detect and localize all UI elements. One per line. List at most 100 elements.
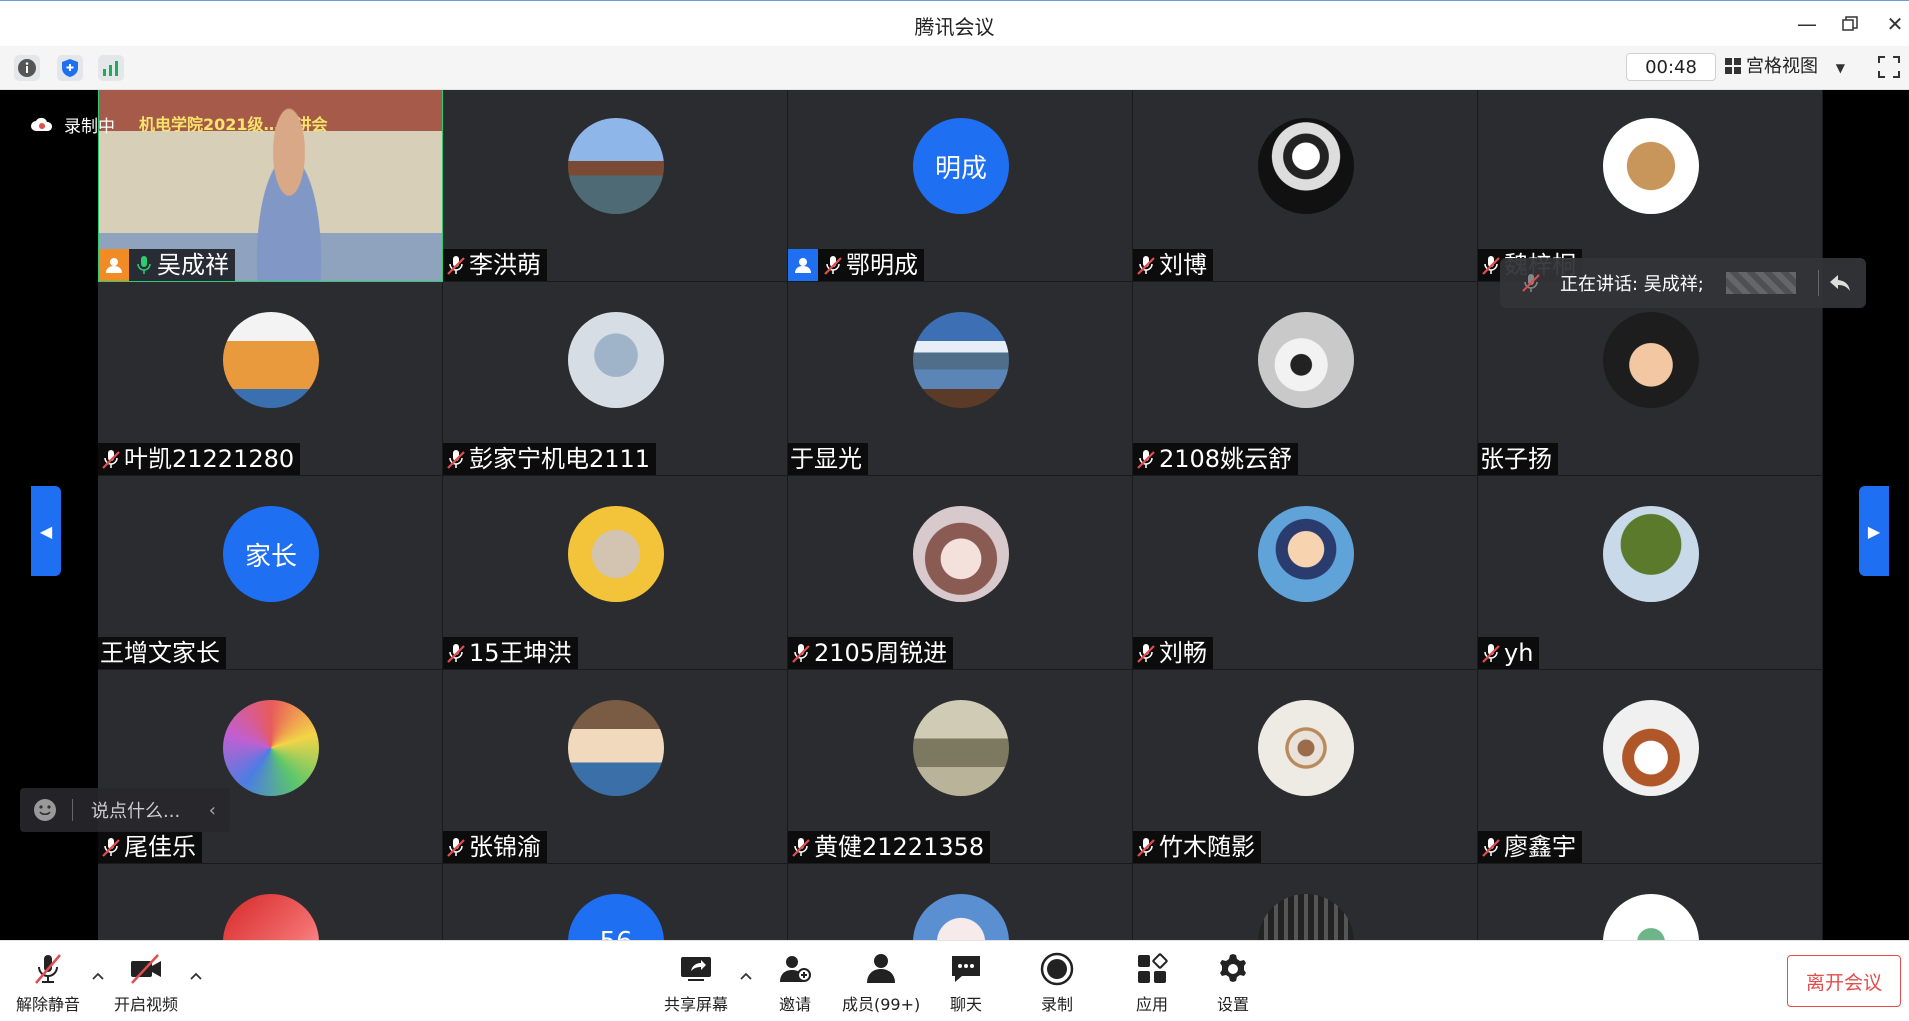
- participant-tile[interactable]: 黄健21221358: [788, 670, 1133, 864]
- reply-icon[interactable]: [1829, 274, 1851, 292]
- participant-tile[interactable]: 刘博: [1133, 90, 1478, 282]
- participant-tile[interactable]: yh: [1478, 476, 1823, 670]
- participant-name-tag: 尾佳乐: [98, 831, 202, 863]
- participant-tile[interactable]: [98, 864, 443, 940]
- participant-tile[interactable]: 于显光: [788, 282, 1133, 476]
- participant-avatar: [568, 700, 664, 796]
- muted-mic-icon: [1482, 644, 1500, 663]
- speaker-video: [239, 99, 339, 281]
- participant-avatar: 56: [568, 894, 664, 940]
- view-selector-label: 宫格视图: [1746, 56, 1818, 77]
- chat-button[interactable]: 聊天: [948, 951, 984, 1015]
- participant-tile[interactable]: 15王坤洪: [443, 476, 788, 670]
- apps-label: 应用: [1135, 995, 1168, 1014]
- settings-button[interactable]: 设置: [1215, 951, 1251, 1015]
- participant-grid: 机电学院2021级…宣讲会吴成祥李洪萌明成鄂明成刘博魏梓桐叶凯21221280彭…: [98, 90, 1823, 940]
- participant-name-tag: 黄健21221358: [788, 831, 991, 863]
- participant-tile[interactable]: 机电学院2021级…宣讲会 吴成祥: [98, 90, 443, 282]
- participant-avatar: [568, 118, 664, 214]
- chat-label: 聊天: [949, 995, 982, 1014]
- participant-tile[interactable]: 56: [443, 864, 788, 940]
- participant-tile[interactable]: 廖鑫宇: [1478, 670, 1823, 864]
- muted-mic-icon: [1522, 274, 1540, 292]
- participant-tile[interactable]: 彭家宁机电2111: [443, 282, 788, 476]
- unmute-label: 解除静音: [16, 995, 81, 1014]
- audio-options-caret-icon[interactable]: [91, 969, 105, 983]
- share-options-caret-icon[interactable]: [739, 969, 753, 983]
- active-mic-icon: [137, 256, 151, 274]
- start-video-button[interactable]: 开启视频: [114, 951, 178, 1015]
- members-button[interactable]: 成员(99+): [842, 951, 920, 1015]
- participant-tile[interactable]: [1478, 864, 1823, 940]
- participant-name: 15王坤洪: [469, 639, 572, 667]
- unmute-button[interactable]: 解除静音: [16, 951, 80, 1015]
- muted-mic-icon: [1482, 256, 1500, 275]
- share-screen-button[interactable]: 共享屏幕: [664, 951, 728, 1015]
- participant-tile[interactable]: [788, 864, 1133, 940]
- invite-button[interactable]: 邀请: [777, 951, 813, 1015]
- participant-tile[interactable]: 叶凯21221280: [98, 282, 443, 476]
- collapse-chevron-icon[interactable]: ‹: [209, 800, 216, 821]
- participant-name: yh: [1504, 639, 1534, 667]
- share-screen-icon: [681, 957, 711, 981]
- participant-tile[interactable]: [1133, 864, 1478, 940]
- leave-meeting-button[interactable]: 离开会议: [1787, 955, 1901, 1007]
- video-options-caret-icon[interactable]: [189, 969, 203, 983]
- participant-avatar: [223, 894, 319, 940]
- chat-icon: [952, 956, 980, 982]
- participant-name-tag: 张锦渝: [443, 831, 547, 863]
- signal-icon[interactable]: [98, 55, 124, 81]
- participant-tile[interactable]: 2108姚云舒: [1133, 282, 1478, 476]
- participant-tile[interactable]: 尾佳乐: [98, 670, 443, 864]
- record-button[interactable]: 录制: [1039, 951, 1075, 1015]
- participant-name: 廖鑫宇: [1504, 833, 1576, 861]
- apps-button[interactable]: 应用: [1134, 951, 1170, 1015]
- next-page-button[interactable]: ▶: [1859, 486, 1889, 576]
- meeting-info-bar: 00:48 宫格视图 ▼: [0, 46, 1909, 90]
- participant-name: 张子扬: [1480, 445, 1552, 473]
- muted-mic-icon: [792, 838, 810, 857]
- participant-tile[interactable]: 李洪萌: [443, 90, 788, 282]
- fullscreen-icon[interactable]: [1878, 56, 1900, 78]
- blurred-names: [1725, 272, 1796, 294]
- speaking-indicator: 正在讲话: 吴成祥;: [1500, 258, 1866, 308]
- start-video-label: 开启视频: [114, 995, 179, 1014]
- video-grid-stage: 机电学院2021级…宣讲会吴成祥李洪萌明成鄂明成刘博魏梓桐叶凯21221280彭…: [0, 90, 1909, 940]
- participant-tile[interactable]: 魏梓桐: [1478, 90, 1823, 282]
- close-icon[interactable]: ✕: [1880, 9, 1909, 39]
- shield-icon[interactable]: [57, 55, 83, 81]
- participant-tile[interactable]: 刘畅: [1133, 476, 1478, 670]
- participant-avatar: 明成: [913, 118, 1009, 214]
- minimize-icon[interactable]: —: [1792, 9, 1822, 39]
- participant-name: 于显光: [790, 445, 862, 473]
- muted-mic-icon: [102, 450, 120, 469]
- info-icon[interactable]: [14, 55, 40, 81]
- emoji-icon[interactable]: [32, 797, 58, 823]
- participant-avatar: [568, 312, 664, 408]
- invite-icon: [780, 956, 811, 982]
- participant-tile[interactable]: 张子扬: [1478, 282, 1823, 476]
- participant-avatar: [1603, 312, 1699, 408]
- view-selector[interactable]: 宫格视图 ▼: [1716, 53, 1858, 81]
- muted-mic-icon: [1482, 838, 1500, 857]
- participant-name: 刘畅: [1159, 639, 1207, 667]
- participant-name-tag: 2105周锐进: [788, 637, 954, 669]
- participant-tile[interactable]: 家长 王增文家长: [98, 476, 443, 670]
- participant-tile[interactable]: 竹木随影: [1133, 670, 1478, 864]
- participant-tile[interactable]: 明成 鄂明成: [788, 90, 1133, 282]
- participant-tile[interactable]: 2105周锐进: [788, 476, 1133, 670]
- muted-mic-icon: [447, 644, 465, 663]
- participant-name-tag: 2108姚云舒: [1133, 443, 1299, 475]
- restore-icon[interactable]: [1835, 9, 1865, 39]
- prev-page-button[interactable]: ◀: [31, 486, 61, 576]
- muted-mic-icon: [824, 256, 842, 275]
- chat-input-box[interactable]: 说点什么... ‹: [20, 788, 230, 832]
- muted-mic-icon: [1137, 256, 1155, 275]
- invite-label: 邀请: [778, 995, 811, 1014]
- participant-name-tag: 王增文家长: [98, 637, 226, 669]
- participant-name: 张锦渝: [469, 833, 541, 861]
- participant-name-tag: 于显光: [788, 443, 868, 475]
- participant-name: 竹木随影: [1159, 833, 1255, 861]
- participant-name: 2105周锐进: [814, 639, 948, 667]
- participant-tile[interactable]: 张锦渝: [443, 670, 788, 864]
